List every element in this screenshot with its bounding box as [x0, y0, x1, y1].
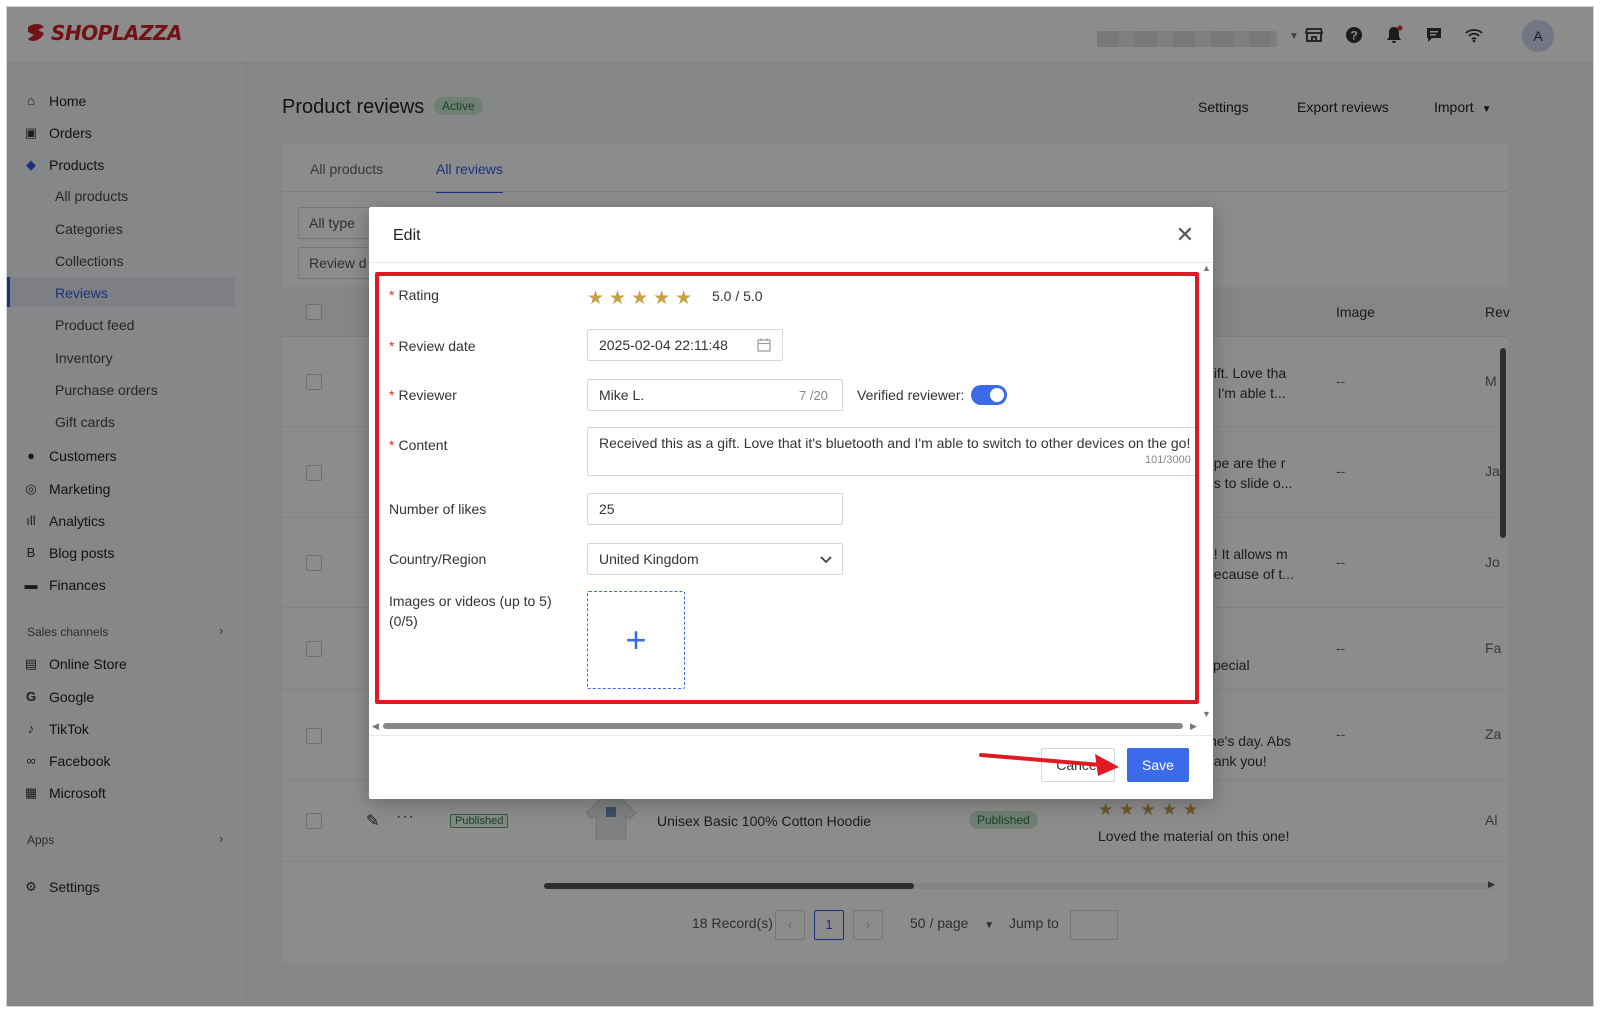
dialog-title: Edit [393, 227, 421, 244]
scroll-left-arrow-icon[interactable]: ◀ [372, 721, 379, 732]
dialog-horizontal-scrollbar[interactable] [383, 723, 1183, 729]
app-window: SHOPLAZZA ▼ ? A ⌂ Home ▣ Orders ◆ Produc… [6, 6, 1594, 1007]
annotation-arrow [979, 753, 1119, 776]
close-icon[interactable]: ✕ [1175, 224, 1195, 246]
scroll-right-arrow-icon[interactable]: ▶ [1190, 721, 1197, 732]
save-button[interactable]: Save [1127, 748, 1189, 782]
dialog-footer-divider [369, 735, 1213, 736]
scroll-up-arrow-icon[interactable]: ▲ [1202, 263, 1211, 273]
dialog-divider [369, 262, 1213, 263]
annotation-highlight-box [375, 272, 1199, 704]
scroll-down-arrow-icon[interactable]: ▼ [1202, 709, 1211, 719]
